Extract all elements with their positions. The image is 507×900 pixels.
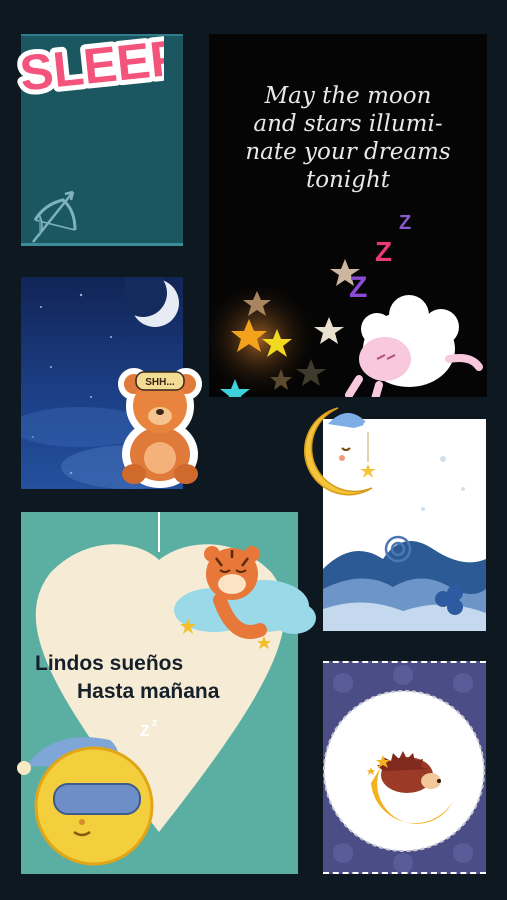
sleep-title: SLEEP [17,29,164,100]
star-icon [360,464,376,478]
sheep-icon [345,295,483,397]
lindos-suenos-text: Lindos sueños Hasta mañana [35,652,220,703]
svg-text:z: z [152,718,158,729]
svg-text:Z: Z [375,236,392,267]
teddy-bear-icon [122,371,198,484]
bear-mask-text: SHH... [145,377,175,388]
zzz-icon: Z Z Z [349,212,411,304]
tiger-cloud-sticker[interactable] [164,540,319,650]
moon-stars-card[interactable]: May the moon and stars illumi- nate your… [209,34,487,397]
bow-and-arrow-icon [23,176,83,243]
sleeping-cat-sticker[interactable]: Z z [14,718,174,868]
hedgehog-card[interactable] [323,661,486,874]
teddy-bear-sticker[interactable]: SHH... [108,366,212,490]
stars-and-sheep-illustration: Z Z Z [209,209,487,397]
svg-text:Z: Z [399,212,411,234]
sleeping-moon-sticker[interactable] [302,402,382,502]
zzz-icon: Z [140,723,150,740]
moon-stars-quote: May the moon and stars illumi- nate your… [245,83,451,193]
sleep-sticker[interactable]: SLEEP SLEEP [14,20,164,100]
svg-text:Z: Z [349,271,367,304]
